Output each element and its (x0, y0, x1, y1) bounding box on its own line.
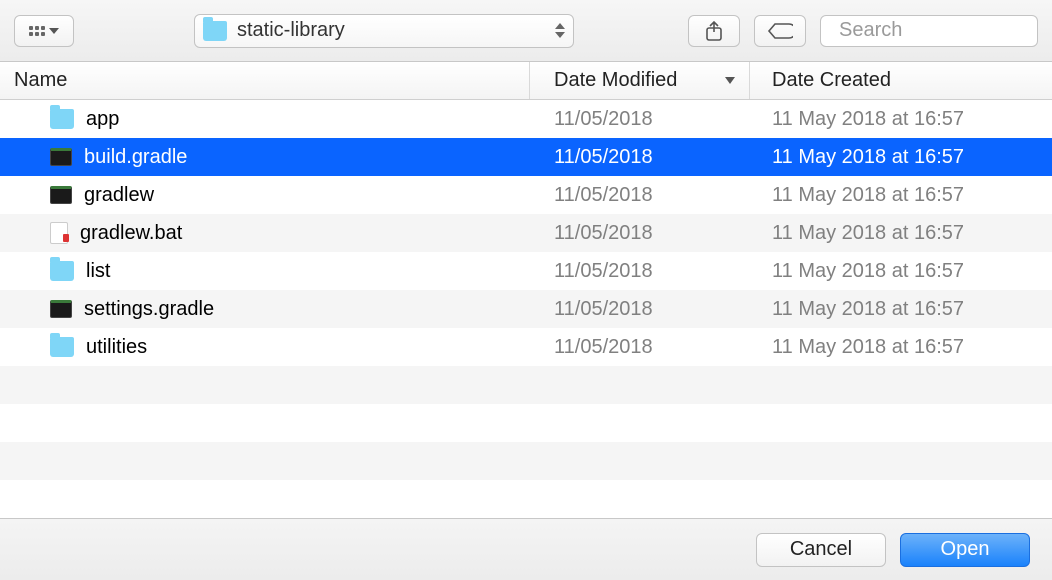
column-headers: Name Date Modified Date Created (0, 62, 1052, 100)
file-created-cell: 11 May 2018 at 16:57 (750, 260, 1052, 283)
file-list: app11/05/201811 May 2018 at 16:57build.g… (0, 100, 1052, 518)
footer: Cancel Open (0, 518, 1052, 580)
file-name-cell: settings.gradle (0, 298, 530, 321)
file-name-cell: list (0, 260, 530, 283)
chevron-down-icon (49, 28, 59, 34)
view-mode-button[interactable] (14, 15, 74, 47)
column-header-modified[interactable]: Date Modified (530, 62, 750, 99)
file-created-cell: 11 May 2018 at 16:57 (750, 298, 1052, 321)
file-name-label: app (86, 108, 119, 131)
search-input[interactable] (839, 19, 1052, 42)
file-modified-cell: 11/05/2018 (530, 260, 750, 283)
file-created-cell: 11 May 2018 at 16:57 (750, 336, 1052, 359)
grid-icon (29, 26, 45, 36)
file-row[interactable]: app 11/05/201811 May 2018 at 16:57 (0, 100, 1052, 138)
file-name-label: build.gradle (84, 146, 187, 169)
terminal-file-icon (50, 300, 72, 318)
script-file-icon (50, 222, 68, 244)
file-name-label: list (86, 260, 110, 283)
path-label: static-library (237, 19, 545, 42)
open-button[interactable]: Open (900, 533, 1030, 567)
column-header-name[interactable]: Name (0, 62, 530, 99)
folder-icon (50, 337, 74, 357)
tag-icon (767, 22, 793, 40)
file-modified-cell: 11/05/2018 (530, 336, 750, 359)
tag-button[interactable] (754, 15, 806, 47)
path-dropdown[interactable]: static-library (194, 14, 574, 48)
file-created-cell: 11 May 2018 at 16:57 (750, 222, 1052, 245)
search-field[interactable] (820, 15, 1038, 47)
file-name-cell: gradlew.bat (0, 222, 530, 245)
updown-icon (555, 23, 565, 38)
file-modified-cell: 11/05/2018 (530, 298, 750, 321)
file-row[interactable]: utilities 11/05/201811 May 2018 at 16:57 (0, 328, 1052, 366)
file-name-label: utilities (86, 336, 147, 359)
file-created-cell: 11 May 2018 at 16:57 (750, 108, 1052, 131)
file-modified-cell: 11/05/2018 (530, 146, 750, 169)
column-name-label: Name (14, 69, 67, 92)
file-row[interactable]: list 11/05/201811 May 2018 at 16:57 (0, 252, 1052, 290)
file-name-label: gradlew.bat (80, 222, 182, 245)
column-created-label: Date Created (772, 69, 891, 92)
folder-icon (50, 261, 74, 281)
folder-icon (50, 109, 74, 129)
file-name-label: settings.gradle (84, 298, 214, 321)
cancel-label: Cancel (790, 538, 852, 561)
folder-icon (203, 21, 227, 41)
file-modified-cell: 11/05/2018 (530, 222, 750, 245)
toolbar: static-library (0, 0, 1052, 62)
cancel-button[interactable]: Cancel (756, 533, 886, 567)
share-icon (704, 20, 724, 42)
file-name-cell: build.gradle (0, 146, 530, 169)
file-modified-cell: 11/05/2018 (530, 184, 750, 207)
file-name-cell: gradlew (0, 184, 530, 207)
file-created-cell: 11 May 2018 at 16:57 (750, 146, 1052, 169)
column-header-created[interactable]: Date Created (750, 62, 1052, 99)
file-row[interactable]: settings.gradle 11/05/201811 May 2018 at … (0, 290, 1052, 328)
file-name-label: gradlew (84, 184, 154, 207)
terminal-file-icon (50, 148, 72, 166)
file-row[interactable]: gradlew 11/05/201811 May 2018 at 16:57 (0, 176, 1052, 214)
file-row[interactable]: build.gradle 11/05/201811 May 2018 at 16:… (0, 138, 1052, 176)
column-modified-label: Date Modified (554, 69, 677, 92)
file-name-cell: utilities (0, 336, 530, 359)
terminal-file-icon (50, 186, 72, 204)
file-created-cell: 11 May 2018 at 16:57 (750, 184, 1052, 207)
file-modified-cell: 11/05/2018 (530, 108, 750, 131)
file-name-cell: app (0, 108, 530, 131)
open-label: Open (941, 538, 990, 561)
sort-chevron-down-icon (725, 77, 735, 84)
file-row[interactable]: gradlew.bat 11/05/201811 May 2018 at 16:5… (0, 214, 1052, 252)
share-button[interactable] (688, 15, 740, 47)
